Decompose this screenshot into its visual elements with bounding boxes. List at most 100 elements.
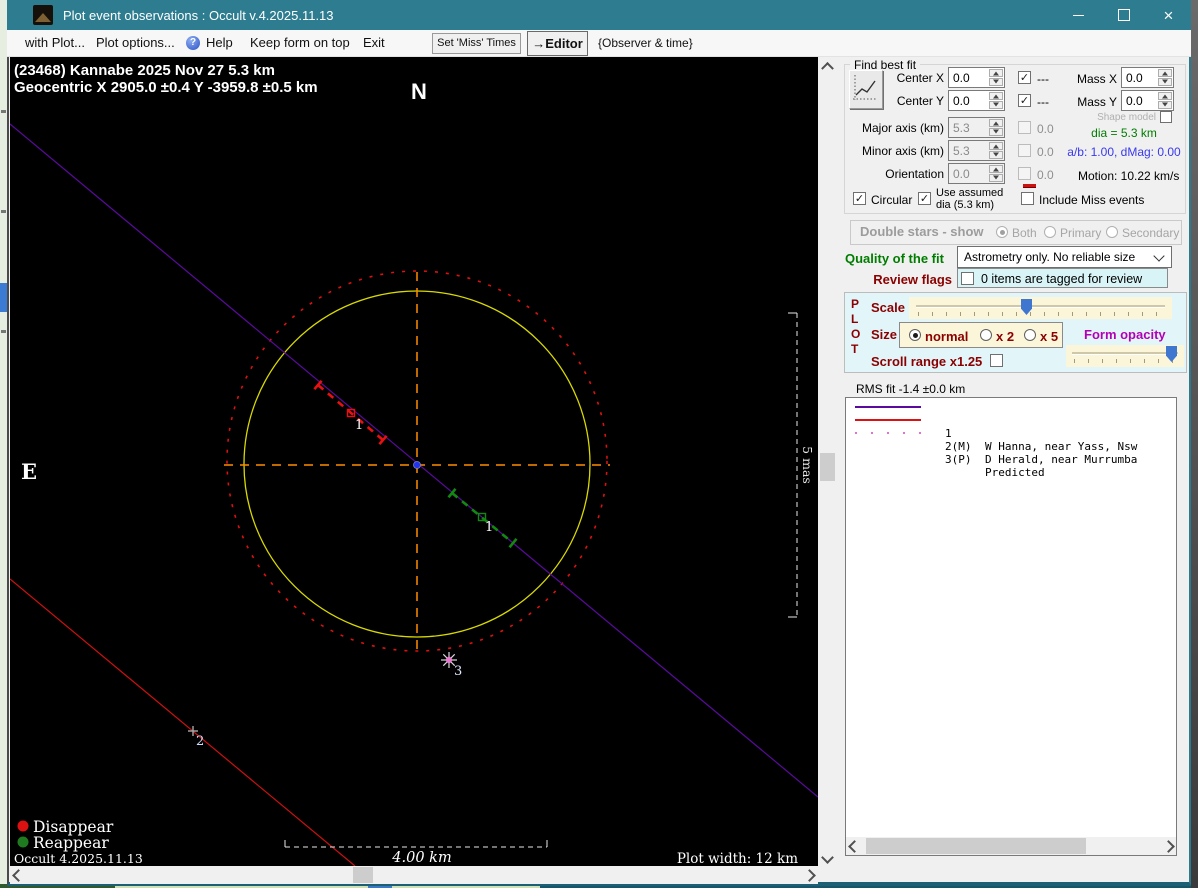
desktop-strip-right [1191, 0, 1198, 888]
scroll-up-button[interactable] [819, 57, 836, 75]
chevron-up-icon [821, 61, 834, 75]
plot-canvas[interactable]: 1 1 2 3 (23468) Kannabe 2025 Nov 27 5.3 … [9, 57, 819, 867]
mass-x-value[interactable] [1122, 68, 1158, 87]
menu-exit[interactable]: Exit [357, 30, 391, 56]
chevron-right-icon [1161, 839, 1175, 853]
mass-y-down[interactable] [1158, 101, 1172, 109]
size-radio-group: normal x 2 x 5 [899, 322, 1063, 348]
size-label: Size [871, 327, 898, 342]
plot-width-label: Plot width: 12 km [677, 851, 798, 866]
plot-controls-box: P L O T Scale Size normal x 2 x 5 Form o… [844, 292, 1187, 373]
double-stars-title: Double stars - show [860, 224, 984, 239]
plot-header-line1: (23468) Kannabe 2025 Nov 27 5.3 km [14, 62, 275, 79]
minor-axis-down [989, 151, 1003, 159]
vertical-scale-bar [788, 312, 798, 618]
list-scroll-left-button[interactable] [846, 837, 862, 855]
center-point [413, 461, 421, 469]
mass-y-value[interactable] [1122, 91, 1158, 110]
scroll-right-button[interactable] [801, 866, 818, 884]
major-axis-value [949, 118, 989, 137]
occult-version-label: Occult 4.2025.11.13 [14, 851, 143, 866]
minimize-icon [1073, 14, 1084, 16]
orientation-label: Orientation [885, 167, 944, 181]
compass-east: E [21, 459, 37, 484]
observer-name: W Hanna, near Yass, Nsw [985, 440, 1138, 453]
center-x-up[interactable] [989, 69, 1003, 77]
size-x5-radio[interactable] [1024, 329, 1036, 341]
circular-checkbox[interactable] [853, 192, 866, 205]
center-x-fit-checkbox[interactable] [1018, 71, 1031, 84]
plot-area[interactable]: 1 1 2 3 (23468) Kannabe 2025 Nov 27 5.3 … [9, 57, 819, 867]
observer-row[interactable]: 2(M) D Herald, near Murrumba [846, 414, 1176, 466]
close-button[interactable]: × [1146, 0, 1191, 30]
quality-dropdown[interactable]: Astrometry only. No reliable size [957, 246, 1172, 268]
observer2-label: 2 [196, 734, 204, 749]
plot-horizontal-scrollbar[interactable] [10, 866, 818, 884]
legend-reappear: Reappear [33, 834, 109, 852]
minimize-button[interactable] [1056, 0, 1101, 30]
list-scroll-thumb[interactable] [866, 838, 1086, 854]
horizontal-scroll-thumb[interactable] [353, 867, 373, 883]
review-flags-checkbox[interactable] [961, 272, 974, 285]
mass-y-input[interactable] [1121, 90, 1174, 111]
observer-number: 3(P) [945, 453, 972, 466]
set-miss-times-button[interactable]: Set 'Miss' Times [432, 33, 521, 54]
scroll-down-button[interactable] [819, 849, 836, 866]
center-y-fit-checkbox[interactable] [1018, 94, 1031, 107]
list-scroll-right-button[interactable] [1160, 837, 1176, 855]
use-assumed-dia-checkbox[interactable] [918, 192, 931, 205]
chord1-reappear-label: 1 [485, 520, 493, 535]
center-y-input[interactable] [948, 90, 1005, 111]
observer1-path-line [9, 123, 819, 798]
size-x2-radio[interactable] [980, 329, 992, 341]
observer-list-scrollbar[interactable] [846, 837, 1176, 855]
circular-label: Circular [871, 193, 913, 207]
observer-row[interactable]: 3(P) Predicted [846, 427, 1176, 479]
double-primary-radio [1044, 226, 1056, 238]
quality-value: Astrometry only. No reliable size [964, 250, 1136, 264]
app-icon [33, 5, 53, 25]
plot-vertical-scrollbar[interactable] [819, 57, 836, 866]
include-miss-checkbox[interactable] [1021, 192, 1034, 205]
menu-help[interactable]: Help [200, 30, 239, 56]
title-bar: Plot event observations : Occult v.4.202… [7, 0, 1191, 30]
center-x-input[interactable] [948, 67, 1005, 88]
center-y-up[interactable] [989, 92, 1003, 100]
form-opacity-label: Form opacity [1084, 327, 1166, 342]
editor-button[interactable]: →Editor [527, 31, 588, 56]
maximize-button[interactable] [1101, 0, 1146, 30]
mass-x-up[interactable] [1158, 69, 1172, 77]
scroll-range-checkbox[interactable] [990, 354, 1003, 367]
mass-x-input[interactable] [1121, 67, 1174, 88]
mass-y-up[interactable] [1158, 92, 1172, 100]
form-opacity-slider[interactable] [1066, 345, 1184, 367]
minor-axis-alt: 0.0 [1037, 145, 1054, 159]
chevron-right-icon [803, 868, 816, 882]
use-assumed-dia-label: Use assumed dia (5.3 km) [936, 187, 1004, 211]
menu-plot-options[interactable]: Plot options... [90, 30, 181, 56]
orientation-fit-checkbox [1018, 167, 1031, 180]
reappear-dot [17, 836, 29, 848]
observer-name: D Herald, near Murrumba [985, 453, 1138, 466]
close-icon: × [1163, 5, 1174, 25]
center-y-value[interactable] [949, 91, 989, 110]
minor-axis-value [949, 141, 989, 160]
major-axis-fit-checkbox [1018, 121, 1031, 134]
size-normal-radio[interactable] [909, 329, 921, 341]
center-x-value[interactable] [949, 68, 989, 87]
menu-with-plot[interactable]: with Plot... [19, 30, 91, 56]
center-x-down[interactable] [989, 78, 1003, 86]
scale-slider[interactable] [909, 297, 1172, 319]
observer-row[interactable]: 1 W Hanna, near Yass, Nsw [846, 401, 1176, 453]
dia-text: dia = 5.3 km [1091, 126, 1157, 140]
vertical-scroll-thumb[interactable] [820, 453, 835, 481]
observer-list[interactable]: 1 W Hanna, near Yass, Nsw 2(M) D Herald,… [845, 397, 1177, 856]
background-mark [1, 330, 6, 333]
center-y-down[interactable] [989, 101, 1003, 109]
shape-model-checkbox[interactable] [1160, 111, 1172, 123]
scroll-left-button[interactable] [10, 866, 27, 884]
mass-x-down[interactable] [1158, 78, 1172, 86]
chord1-disappear-segment[interactable] [313, 379, 388, 446]
size-x5-label: x 5 [1040, 329, 1059, 344]
menu-keep-form-on-top[interactable]: Keep form on top [244, 30, 356, 56]
